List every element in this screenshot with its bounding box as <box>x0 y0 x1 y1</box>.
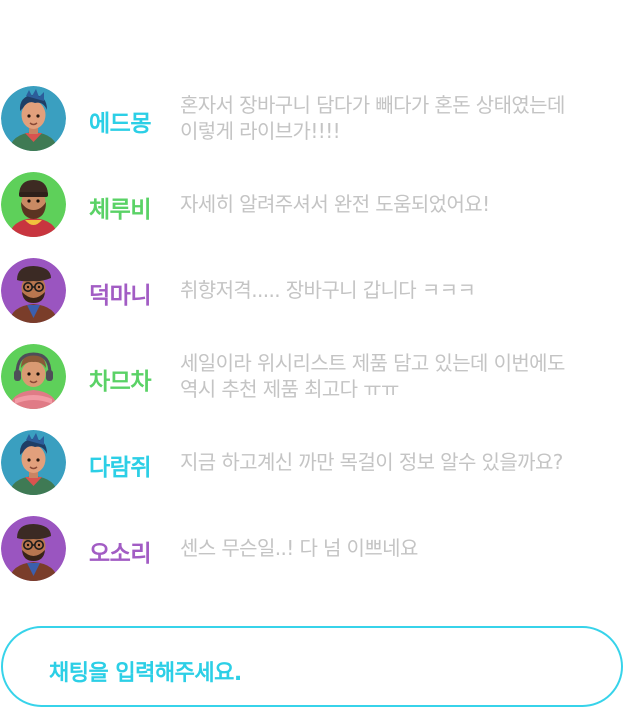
chat-message: 다람쥐 지금 하고계신 까만 목걸이 정보 알수 있을까요? <box>0 430 628 496</box>
chat-message-text: 센스 무슨일..! 다 넘 이쁘네요 <box>180 536 418 560</box>
chat-message: 에드몽 혼자서 장바구니 담다가 빼다가 혼돈 상태였는데 이렇게 라이브가!!… <box>0 86 628 152</box>
chat-message-text: 취향저격..... 장바구니 갑니다 ㅋㅋㅋ <box>180 278 476 302</box>
user-avatar[interactable] <box>1 258 66 323</box>
chat-nickname[interactable]: 에드몽 <box>89 104 151 138</box>
avatar-glasses-beret-icon <box>1 516 66 581</box>
chat-message: 덕마니 취향저격..... 장바구니 갑니다 ㅋㅋㅋ <box>0 258 628 324</box>
chat-message: 차므차 세일이라 위시리스트 제품 담고 있는데 이번에도 역시 추천 제품 최… <box>0 344 628 410</box>
chat-nickname[interactable]: 오소리 <box>89 534 151 568</box>
chat-nickname[interactable]: 차므차 <box>89 362 151 396</box>
chat-nickname[interactable]: 체루비 <box>89 190 151 224</box>
avatar-blue-hair-icon <box>1 430 66 495</box>
chat-message-text: 혼자서 장바구니 담다가 빼다가 혼돈 상태였는데 이렇게 라이브가!!!! <box>180 93 565 143</box>
user-avatar[interactable] <box>1 430 66 495</box>
user-avatar[interactable] <box>1 86 66 151</box>
chat-message-text: 지금 하고계신 까만 목걸이 정보 알수 있을까요? <box>180 450 563 474</box>
chat-message: 체루비 자세히 알려주셔서 완전 도움되었어요! <box>0 172 628 238</box>
chat-nickname[interactable]: 다람쥐 <box>89 448 151 482</box>
user-avatar[interactable] <box>1 344 66 409</box>
user-avatar[interactable] <box>1 172 66 237</box>
chat-message-text: 자세히 알려주셔서 완전 도움되었어요! <box>180 192 490 216</box>
chat-input-placeholder: 채팅을 입력해주세요. <box>49 661 242 686</box>
chat-nickname[interactable]: 덕마니 <box>89 276 151 310</box>
avatar-blue-hair-icon <box>1 86 66 151</box>
user-avatar[interactable] <box>1 516 66 581</box>
avatar-glasses-beret-icon <box>1 258 66 323</box>
chat-input-field[interactable]: 채팅을 입력해주세요. <box>1 626 623 707</box>
chat-message-text: 세일이라 위시리스트 제품 담고 있는데 이번에도 역시 추천 제품 최고다 ㅠ… <box>180 351 565 401</box>
chat-message: 오소리 센스 무슨일..! 다 넘 이쁘네요 <box>0 516 628 582</box>
avatar-headphones-icon <box>1 344 66 409</box>
avatar-bearded-beanie-icon <box>1 172 66 237</box>
